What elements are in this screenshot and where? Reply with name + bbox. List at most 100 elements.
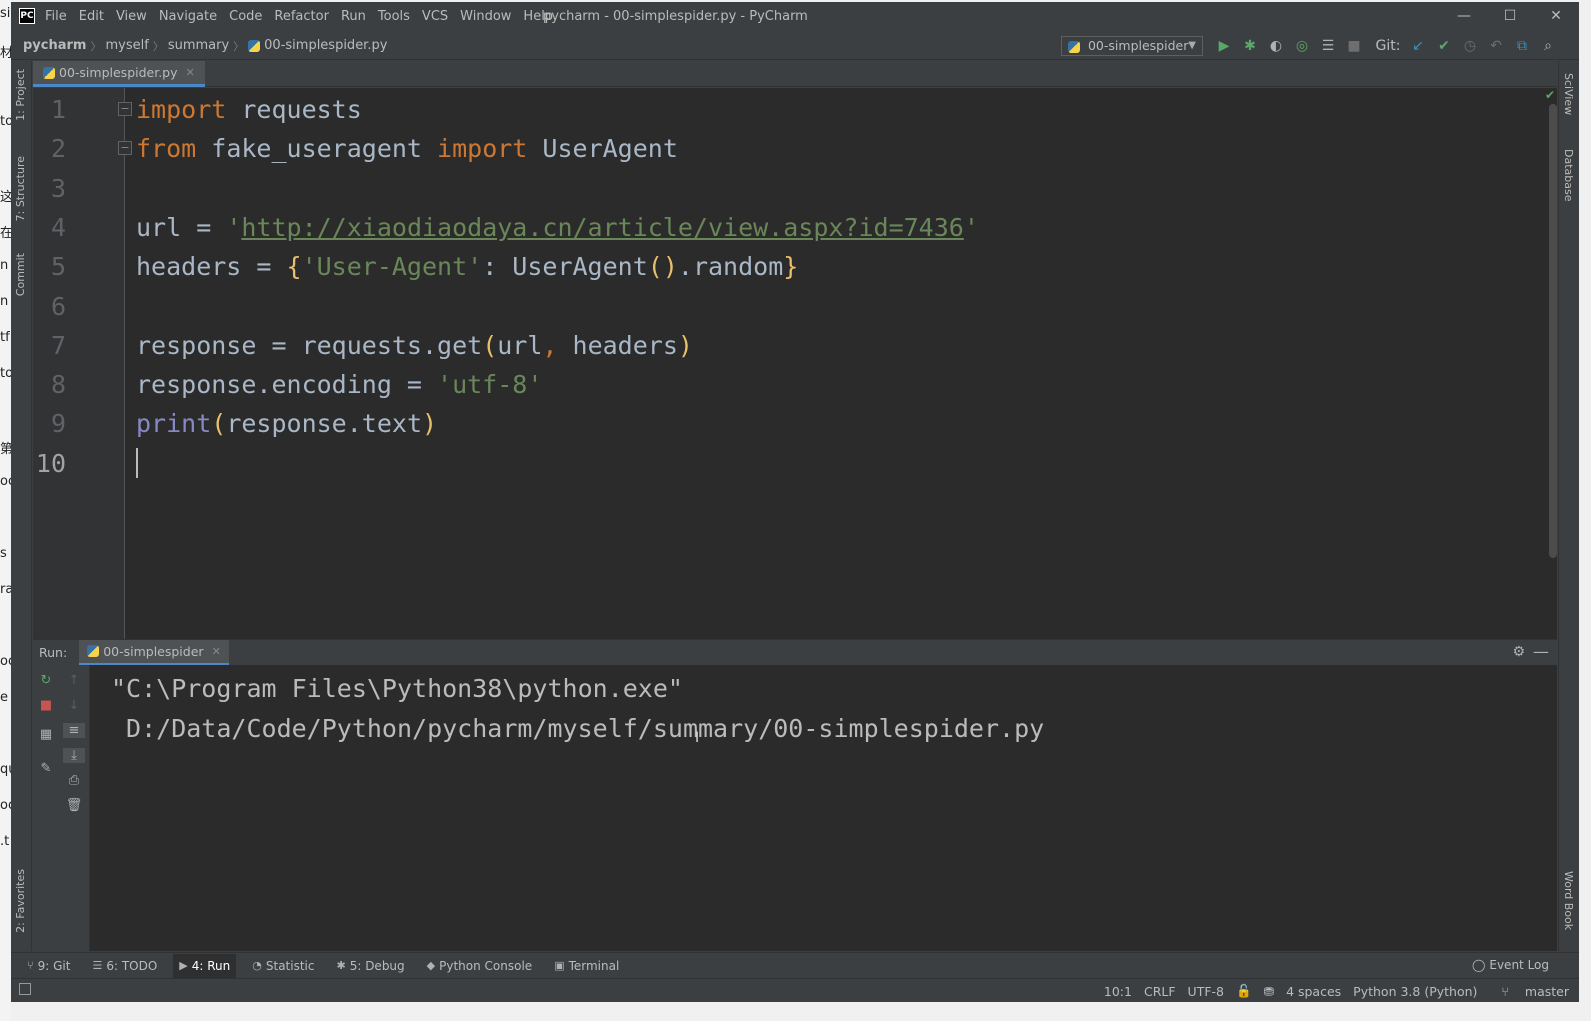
minimize-icon[interactable]: — bbox=[1441, 2, 1487, 30]
fold-marker-icon[interactable]: − bbox=[118, 102, 132, 116]
event-log-button[interactable]: ◯ Event Log bbox=[1472, 958, 1549, 972]
navigation-bar: pycharm 〉 myself 〉 summary 〉 00-simplesp… bbox=[11, 32, 1579, 60]
menu-item-refactor[interactable]: Refactor bbox=[268, 9, 335, 24]
tool-tab-statistic[interactable]: ◔ Statistic bbox=[246, 954, 320, 978]
close-run-tab-icon[interactable]: ✕ bbox=[212, 645, 221, 658]
code-token: , bbox=[542, 330, 573, 360]
line-number: 1 bbox=[50, 95, 66, 124]
menu-item-tools[interactable]: Tools bbox=[372, 9, 416, 24]
breadcrumb-folder-summary[interactable]: summary bbox=[168, 38, 229, 53]
tool-tab-favorites[interactable]: 2: Favorites bbox=[14, 869, 27, 933]
run-tab[interactable]: 00-simplespider ✕ bbox=[79, 639, 229, 666]
translate-icon[interactable]: ⧉ bbox=[1509, 36, 1535, 56]
layout-icon[interactable]: ▦ bbox=[35, 727, 57, 742]
menu-item-run[interactable]: Run bbox=[335, 9, 372, 24]
code-token: url = bbox=[136, 212, 227, 242]
background-text: s bbox=[0, 546, 7, 561]
git-history-icon[interactable]: ◷ bbox=[1457, 36, 1483, 56]
line-separator[interactable]: CRLF bbox=[1144, 984, 1176, 999]
down-arrow-icon[interactable]: ↓ bbox=[63, 698, 85, 713]
editor-tab-bar: 00-simplespider.py ✕ bbox=[33, 61, 1557, 87]
background-text: qu bbox=[0, 762, 11, 777]
fold-marker-icon[interactable]: − bbox=[118, 141, 132, 155]
close-window-icon[interactable]: ✕ bbox=[1533, 2, 1579, 30]
breadcrumb-file[interactable]: 00-simplespider.py bbox=[264, 38, 387, 53]
editor-tab-active[interactable]: 00-simplespider.py ✕ bbox=[33, 61, 205, 87]
debug-icon[interactable]: ✱ bbox=[1237, 36, 1263, 56]
tool-tab-git[interactable]: ⑂ 9: Git bbox=[21, 954, 76, 978]
profile-icon[interactable]: ◎ bbox=[1289, 36, 1315, 56]
git-update-icon[interactable]: ↙ bbox=[1405, 36, 1431, 56]
coverage-icon[interactable]: ◐ bbox=[1263, 36, 1289, 56]
tool-tab-database[interactable]: Database bbox=[1562, 149, 1575, 202]
close-tab-icon[interactable]: ✕ bbox=[186, 66, 195, 79]
gear-icon[interactable]: ⚙ bbox=[1512, 644, 1525, 660]
tool-tab-run[interactable]: ▶ 4: Run bbox=[173, 953, 237, 978]
scroll-to-end-icon[interactable]: ⤓ bbox=[63, 748, 85, 763]
background-text: n bbox=[0, 294, 9, 309]
breadcrumb-folder-myself[interactable]: myself bbox=[105, 38, 148, 53]
trash-icon[interactable]: 🗑 bbox=[63, 798, 85, 813]
tool-tab-structure[interactable]: 7: Structure bbox=[14, 156, 27, 221]
memory-icon[interactable]: ⛃ bbox=[1264, 984, 1274, 999]
tool-tab-project[interactable]: 1: Project bbox=[14, 69, 27, 121]
chevron-right-icon: 〉 bbox=[233, 39, 245, 53]
panel-toggle-icon[interactable] bbox=[19, 983, 31, 995]
stop-icon[interactable]: ■ bbox=[1341, 36, 1367, 56]
menu-item-view[interactable]: View bbox=[110, 9, 153, 24]
git-label: Git: bbox=[1375, 38, 1401, 54]
editor-scrollbar[interactable] bbox=[1549, 104, 1557, 558]
code-link[interactable]: http://xiaodiaodaya.cn/article/view.aspx… bbox=[241, 213, 963, 242]
menu-item-edit[interactable]: Edit bbox=[73, 9, 110, 24]
run-icon[interactable]: ▶ bbox=[1211, 36, 1237, 56]
git-rollback-icon[interactable]: ↶ bbox=[1483, 36, 1509, 56]
pin-icon[interactable]: ✎ bbox=[35, 761, 57, 776]
python-file-icon bbox=[248, 39, 261, 52]
console-line: "C:\Program Files\Python38\python.exe" bbox=[111, 674, 683, 703]
menu-item-window[interactable]: Window bbox=[454, 9, 517, 24]
code-token: requests bbox=[226, 95, 362, 124]
search-icon[interactable]: ⌕ bbox=[1535, 36, 1561, 56]
menu-item-vcs[interactable]: VCS bbox=[416, 9, 454, 24]
tool-tab-debug[interactable]: ✱ 5: Debug bbox=[330, 954, 410, 978]
git-branch[interactable]: ⑂ master bbox=[1489, 984, 1569, 999]
tool-tab-label: 5: Debug bbox=[349, 958, 405, 973]
code-editor[interactable]: 1 2 3 4 5 6 7 8 9 10 − − import requests from fake… bbox=[33, 88, 1557, 639]
tool-tab-sciview[interactable]: SciView bbox=[1562, 73, 1575, 115]
tool-tab-terminal[interactable]: ▣ Terminal bbox=[548, 954, 625, 978]
run-configuration-select[interactable]: 00-simplespider ▼ bbox=[1061, 36, 1203, 56]
tool-tab-word-book[interactable]: Word Book bbox=[1562, 871, 1575, 930]
main-toolbar: ▶ ✱ ◐ ◎ ☰ ■ Git: ↙ ✔ ◷ ↶ ⧉ ⌕ bbox=[1211, 36, 1561, 56]
indent-setting[interactable]: 4 spaces bbox=[1286, 984, 1341, 999]
tool-tab-python-console[interactable]: ◆ Python Console bbox=[421, 954, 539, 978]
menu-item-file[interactable]: File bbox=[39, 9, 73, 24]
soft-wrap-icon[interactable]: ≡ bbox=[63, 723, 85, 738]
inspection-ok-icon: ✔ bbox=[1544, 88, 1555, 102]
lock-icon[interactable]: 🔓 bbox=[1236, 983, 1252, 999]
background-text: 在 bbox=[0, 226, 11, 241]
background-text: to bbox=[0, 366, 11, 381]
print-icon[interactable]: ⎙ bbox=[63, 773, 85, 788]
menu-item-code[interactable]: Code bbox=[223, 9, 268, 24]
breadcrumb-project[interactable]: pycharm bbox=[23, 38, 86, 53]
run-configuration-label: 00-simplespider bbox=[1087, 38, 1189, 53]
minimize-panel-icon[interactable]: — bbox=[1533, 642, 1549, 661]
stop-icon[interactable]: ■ bbox=[35, 698, 57, 713]
maximize-icon[interactable]: ☐ bbox=[1487, 2, 1533, 30]
file-encoding[interactable]: UTF-8 bbox=[1188, 984, 1224, 999]
concurrency-icon[interactable]: ☰ bbox=[1315, 36, 1341, 56]
rerun-icon[interactable]: ↻ bbox=[35, 673, 57, 688]
menu-item-navigate[interactable]: Navigate bbox=[153, 9, 223, 24]
git-commit-icon[interactable]: ✔ bbox=[1431, 36, 1457, 56]
tool-tab-todo[interactable]: ☰ 6: TODO bbox=[86, 954, 163, 978]
tool-tab-commit[interactable]: Commit bbox=[14, 253, 27, 296]
code-token: headers = bbox=[136, 252, 287, 282]
editor-tab-label: 00-simplespider.py bbox=[59, 65, 178, 80]
code-line: print(response.text) bbox=[136, 404, 437, 443]
line-number: 6 bbox=[50, 291, 66, 321]
interpreter[interactable]: Python 3.8 (Python) bbox=[1353, 984, 1477, 999]
up-arrow-icon[interactable]: ↑ bbox=[63, 673, 85, 688]
caret-position[interactable]: 10:1 bbox=[1104, 984, 1132, 999]
console-output: "C:\Program Files\Python38\python.exe" D… bbox=[111, 669, 1044, 749]
background-text: oc bbox=[0, 474, 11, 489]
